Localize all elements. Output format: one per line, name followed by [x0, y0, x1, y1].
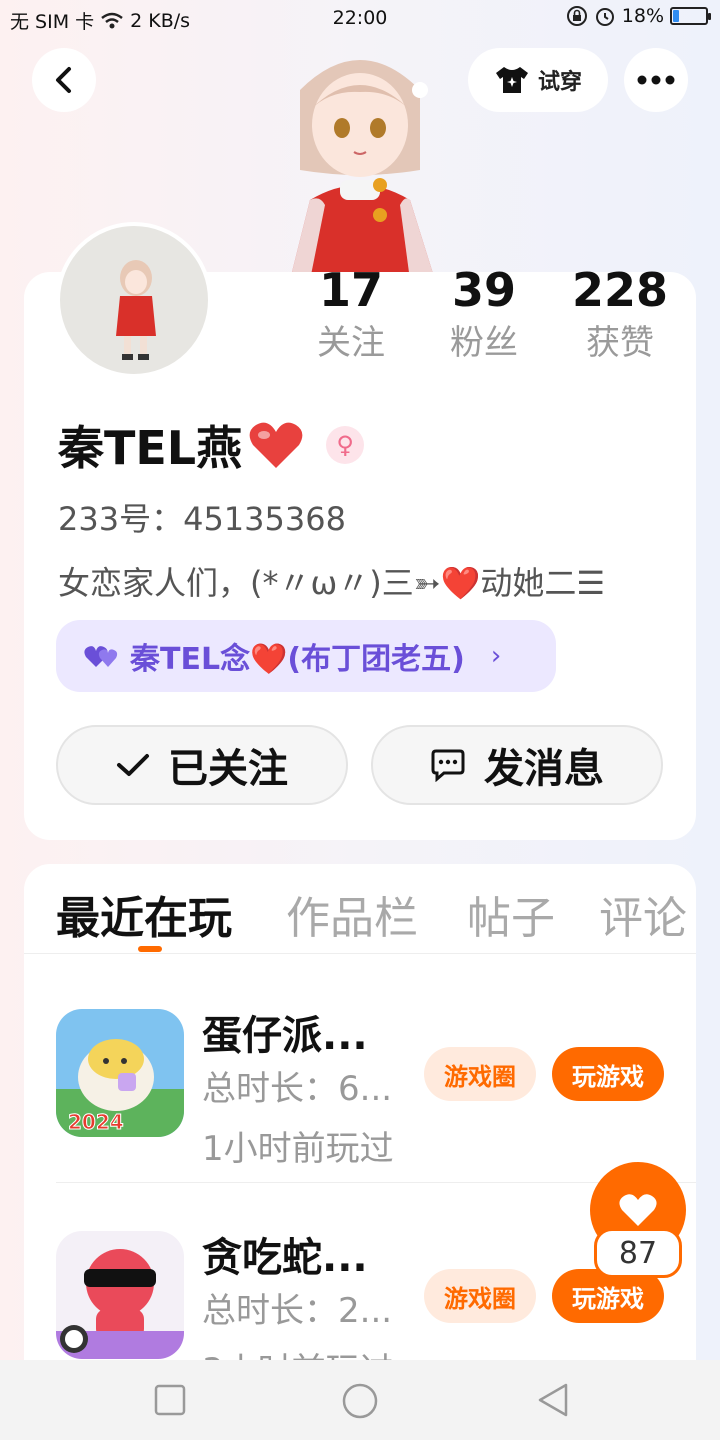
send-message-label: 发消息 [484, 746, 604, 792]
send-message-button[interactable]: 发消息 [371, 725, 663, 805]
back-button[interactable] [32, 48, 96, 112]
bond-tag[interactable]: 秦TEL念❤️(布丁团老五) › [56, 620, 556, 692]
stat-label: 关注 [317, 323, 385, 363]
stat-number: 17 [318, 263, 383, 317]
profile-name-row: 秦TEL燕 ♀ [58, 412, 365, 478]
check-icon [117, 754, 149, 776]
more-button[interactable] [624, 48, 688, 112]
game-circle-button[interactable]: 游戏圈 [424, 1269, 536, 1323]
stat-following[interactable]: 17 关注 [286, 262, 416, 368]
stat-number: 228 [571, 263, 669, 317]
profile-uid: 233号：45135368 [58, 500, 346, 538]
heart-icon [619, 1194, 657, 1226]
play-game-button[interactable]: 玩游戏 [552, 1047, 664, 1101]
chevron-right-icon: › [490, 641, 502, 671]
lock-rotation-icon [566, 6, 587, 26]
more-dots-icon [637, 75, 675, 85]
stat-likes[interactable]: 228 获赞 [555, 262, 685, 368]
avatar-character-figure[interactable] [270, 30, 450, 280]
tab-comments[interactable]: 评论 [599, 882, 687, 946]
eggy-party-game-icon[interactable]: 2024 [56, 1009, 184, 1137]
svg-text:2024: 2024 [68, 1110, 124, 1134]
female-gender-icon: ♀ [326, 426, 365, 464]
heart-icon [249, 422, 303, 468]
bond-label: 秦TEL念❤️(布丁团老五) [130, 642, 465, 677]
alarm-icon [595, 8, 614, 26]
shirt-sparkle-icon [495, 67, 528, 93]
back-triangle-icon[interactable] [536, 1382, 570, 1418]
recent-apps-icon[interactable] [154, 1384, 186, 1416]
snake-game-icon[interactable] [56, 1231, 184, 1359]
game-circle-button[interactable]: 游戏圈 [424, 1047, 536, 1101]
profile-bio: 女恋家人们，(*〃ω〃)三➳❤️动她二☰ [58, 564, 606, 602]
game-title: 蛋仔派... [202, 1013, 368, 1059]
system-nav-bar [0, 1360, 720, 1440]
tab-recently-playing[interactable]: 最近在玩 [56, 882, 232, 946]
game-duration: 总时长：6... [202, 1069, 393, 1109]
tab-indicator [138, 946, 162, 952]
try-on-button[interactable]: 试穿 [468, 48, 608, 112]
followed-button[interactable]: 已关注 [56, 725, 348, 805]
chat-bubble-icon [431, 749, 465, 782]
list-item[interactable]: 2024 蛋仔派... 总时长：6... 1小时前玩过 游戏圈 玩游戏 [24, 1009, 696, 1209]
profile-name: 秦TEL燕 [58, 421, 243, 475]
game-duration: 总时长：2... [202, 1291, 393, 1331]
game-title: 贪吃蛇... [202, 1235, 368, 1281]
try-on-label: 试穿 [537, 70, 582, 95]
stat-followers[interactable]: 39 粉丝 [419, 262, 549, 368]
profile-stats: 17 关注 39 粉丝 228 获赞 [290, 262, 690, 382]
battery-icon [670, 7, 711, 25]
stat-number: 39 [451, 263, 516, 317]
home-icon[interactable] [341, 1382, 379, 1420]
tab-works[interactable]: 作品栏 [286, 882, 418, 946]
stat-label: 获赞 [586, 323, 654, 363]
battery-level [673, 10, 680, 22]
battery-text: 18% [621, 5, 664, 27]
back-arrow-icon [56, 67, 71, 93]
game-last-played: 1小时前玩过 [202, 1129, 394, 1169]
tab-posts[interactable]: 帖子 [467, 882, 555, 946]
stat-label: 粉丝 [450, 323, 518, 363]
double-heart-icon [84, 646, 118, 667]
profile-tabs: 最近在玩 作品栏 帖子 评论 [24, 864, 696, 954]
followed-label: 已关注 [168, 746, 288, 792]
activity-card: 最近在玩 作品栏 帖子 评论 2024 蛋仔派... 总时长：6... 1小时前… [24, 864, 696, 1424]
profile-avatar[interactable] [56, 222, 212, 378]
like-count: 87 [594, 1228, 682, 1278]
